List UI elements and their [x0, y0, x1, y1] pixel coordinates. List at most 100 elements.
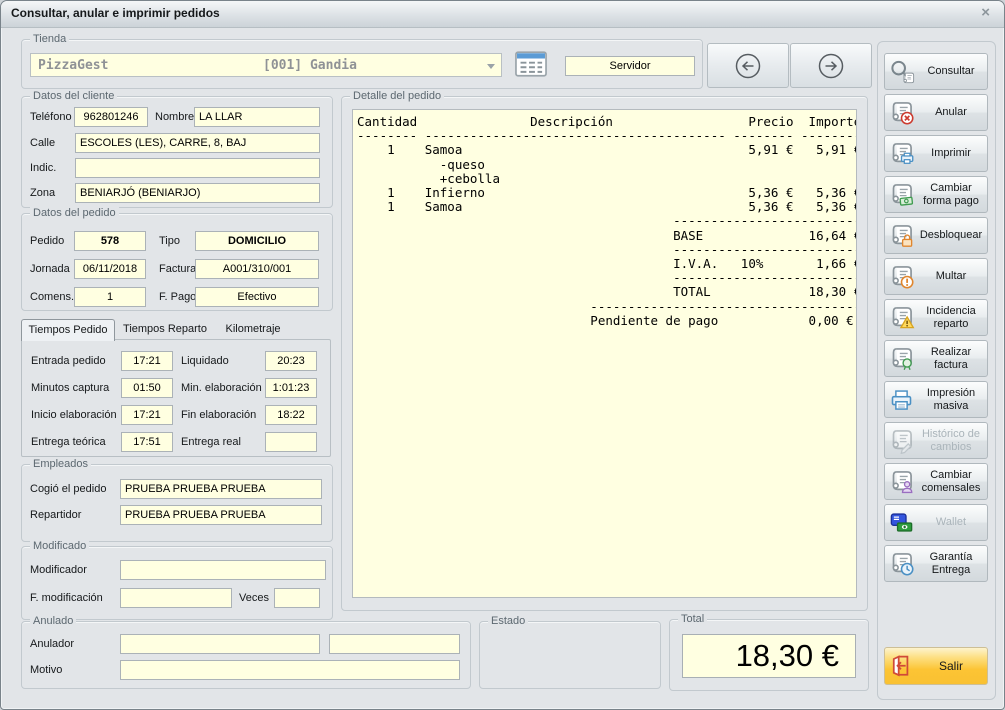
client-area: Tienda PizzaGest [001] Gandia Servidor — [1, 27, 1004, 709]
cliente-group-label: Datos del cliente — [30, 90, 117, 102]
arrow-right-circle-icon — [815, 50, 847, 82]
modificador-field[interactable] — [120, 560, 326, 580]
tiempos-tabs: Tiempos Pedido Tiempos Reparto Kilometra… — [21, 319, 331, 457]
calle-field[interactable]: ESCOLES (LES), CARRE, 8, BAJ — [75, 133, 320, 153]
tipo-label: Tipo — [159, 235, 180, 247]
consultar-button[interactable]: Consultar — [884, 53, 988, 90]
anulador-field[interactable] — [120, 634, 320, 654]
repartidor-label: Repartidor — [30, 509, 81, 521]
fmodificacion-label: F. modificación — [30, 592, 103, 604]
exit-door-arrow-icon — [885, 652, 917, 680]
anulador-label: Anulador — [30, 638, 74, 650]
total-group: Total 18,30 € — [669, 619, 869, 691]
tienda-group: Tienda PizzaGest [001] Gandia Servidor — [21, 39, 703, 89]
cambiar-forma-pago-button[interactable]: Cambiar forma pago — [884, 176, 988, 213]
table-grid-icon[interactable] — [514, 49, 548, 84]
historico-cambios-button: Histórico de cambios — [884, 422, 988, 459]
incidencia-reparto-button[interactable]: Incidencia reparto — [884, 299, 988, 336]
min-elaboracion-field[interactable]: 1:01:23 — [265, 378, 317, 398]
modificado-group: Modificado Modificador F. modificación V… — [21, 546, 333, 620]
min-elaboracion-label: Min. elaboración — [181, 382, 262, 394]
desbloquear-button[interactable]: Desbloquear — [884, 217, 988, 254]
minutos-captura-label: Minutos captura — [31, 382, 109, 394]
anular-button[interactable]: Anular — [884, 94, 988, 131]
window-title: Consultar, anular e imprimir pedidos — [11, 6, 220, 20]
salir-button[interactable]: Salir — [884, 647, 988, 685]
tab-kilometraje[interactable]: Kilometraje — [215, 319, 291, 340]
indic-field[interactable] — [75, 158, 320, 178]
pedido-field[interactable]: 578 — [74, 231, 146, 251]
order-detail-text: Cantidad Descripción Precio Importe ----… — [352, 109, 857, 598]
total-group-label: Total — [678, 613, 707, 625]
impresion-masiva-button[interactable]: Impresión masiva — [884, 381, 988, 418]
store-combobox[interactable]: PizzaGest [001] Gandia — [30, 53, 502, 77]
empleados-group-label: Empleados — [30, 458, 91, 470]
detalle-group: Detalle del pedido Cantidad Descripción … — [341, 96, 868, 611]
servidor-field[interactable]: Servidor — [565, 56, 695, 76]
wallet-card-money-icon — [885, 509, 917, 537]
garantia-entrega-button[interactable]: Garantía Entrega — [884, 545, 988, 582]
fpago-field[interactable]: Efectivo — [195, 287, 319, 307]
empleados-group: Empleados Cogió el pedido PRUEBA PRUEBA … — [21, 464, 333, 542]
cliente-group: Datos del cliente Teléfono 962801246 Nom… — [21, 96, 333, 208]
repartidor-field[interactable]: PRUEBA PRUEBA PRUEBA — [120, 505, 322, 525]
estado-group: Estado — [479, 621, 661, 689]
cogio-pedido-field[interactable]: PRUEBA PRUEBA PRUEBA — [120, 479, 322, 499]
multar-button[interactable]: Multar — [884, 258, 988, 295]
minutos-captura-field[interactable]: 01:50 — [121, 378, 173, 398]
total-value: 18,30 € — [682, 634, 856, 678]
inicio-elaboracion-label: Inicio elaboración — [31, 409, 117, 421]
comens-field[interactable]: 1 — [74, 287, 146, 307]
entrega-teorica-field[interactable]: 17:51 — [121, 432, 173, 452]
tab-tiempos-pedido[interactable]: Tiempos Pedido — [21, 319, 115, 341]
tipo-field[interactable]: DOMICILIO — [195, 231, 319, 251]
veces-label: Veces — [239, 592, 269, 604]
chevron-down-icon — [487, 64, 495, 69]
fin-elaboracion-label: Fin elaboración — [181, 409, 256, 421]
next-order-button[interactable] — [790, 43, 872, 88]
imprimir-button[interactable]: Imprimir — [884, 135, 988, 172]
cambiar-comensales-button[interactable]: Cambiar comensales — [884, 463, 988, 500]
anulado-group: Anulado Anulador Motivo — [21, 621, 471, 689]
entrada-pedido-label: Entrada pedido — [31, 355, 106, 367]
entrada-pedido-field[interactable]: 17:21 — [121, 351, 173, 371]
nombre-label: Nombre — [155, 111, 194, 123]
arrow-left-circle-icon — [732, 50, 764, 82]
incidencia-scroll-warning-icon — [885, 304, 917, 332]
zona-label: Zona — [30, 187, 55, 199]
title-bar: Consultar, anular e imprimir pedidos × — [1, 1, 1004, 28]
fmodificacion-field[interactable] — [120, 588, 232, 608]
previous-order-button[interactable] — [707, 43, 789, 88]
cambiar-forma-pago-scroll-money-icon — [885, 181, 917, 209]
garantia-scroll-clock-icon — [885, 550, 917, 578]
comens-label: Comens. — [30, 291, 74, 303]
close-icon[interactable]: × — [981, 4, 990, 21]
inicio-elaboracion-field[interactable]: 17:21 — [121, 405, 173, 425]
multar-scroll-exclamation-icon — [885, 263, 917, 291]
tab-tiempos-reparto[interactable]: Tiempos Reparto — [117, 319, 213, 340]
historico-scroll-pencil-icon — [885, 427, 917, 455]
motivo-label: Motivo — [30, 664, 62, 676]
tienda-group-label: Tienda — [30, 33, 69, 45]
anulador-fecha-field[interactable] — [329, 634, 460, 654]
entrega-real-field[interactable] — [265, 432, 317, 452]
zona-field[interactable]: BENIARJÓ (BENIARJO) — [75, 183, 320, 203]
impresion-masiva-printer-icon — [885, 386, 917, 414]
store-code: [001] Gandia — [263, 58, 357, 73]
jornada-field[interactable]: 06/11/2018 — [74, 259, 146, 279]
motivo-field[interactable] — [120, 660, 460, 680]
nombre-field[interactable]: LA LLAR — [194, 107, 320, 127]
consultar-magnifier-icon — [885, 58, 917, 86]
detalle-group-label: Detalle del pedido — [350, 90, 444, 102]
liquidado-label: Liquidado — [181, 355, 229, 367]
factura-label: Factura — [159, 263, 196, 275]
pedido-label: Pedido — [30, 235, 64, 247]
entrega-real-label: Entrega real — [181, 436, 241, 448]
telefono-field[interactable]: 962801246 — [74, 107, 148, 127]
factura-field[interactable]: A001/310/001 — [195, 259, 319, 279]
veces-field[interactable] — [274, 588, 320, 608]
realizar-factura-button[interactable]: Realizar factura — [884, 340, 988, 377]
liquidado-field[interactable]: 20:23 — [265, 351, 317, 371]
calle-label: Calle — [30, 137, 55, 149]
fin-elaboracion-field[interactable]: 18:22 — [265, 405, 317, 425]
